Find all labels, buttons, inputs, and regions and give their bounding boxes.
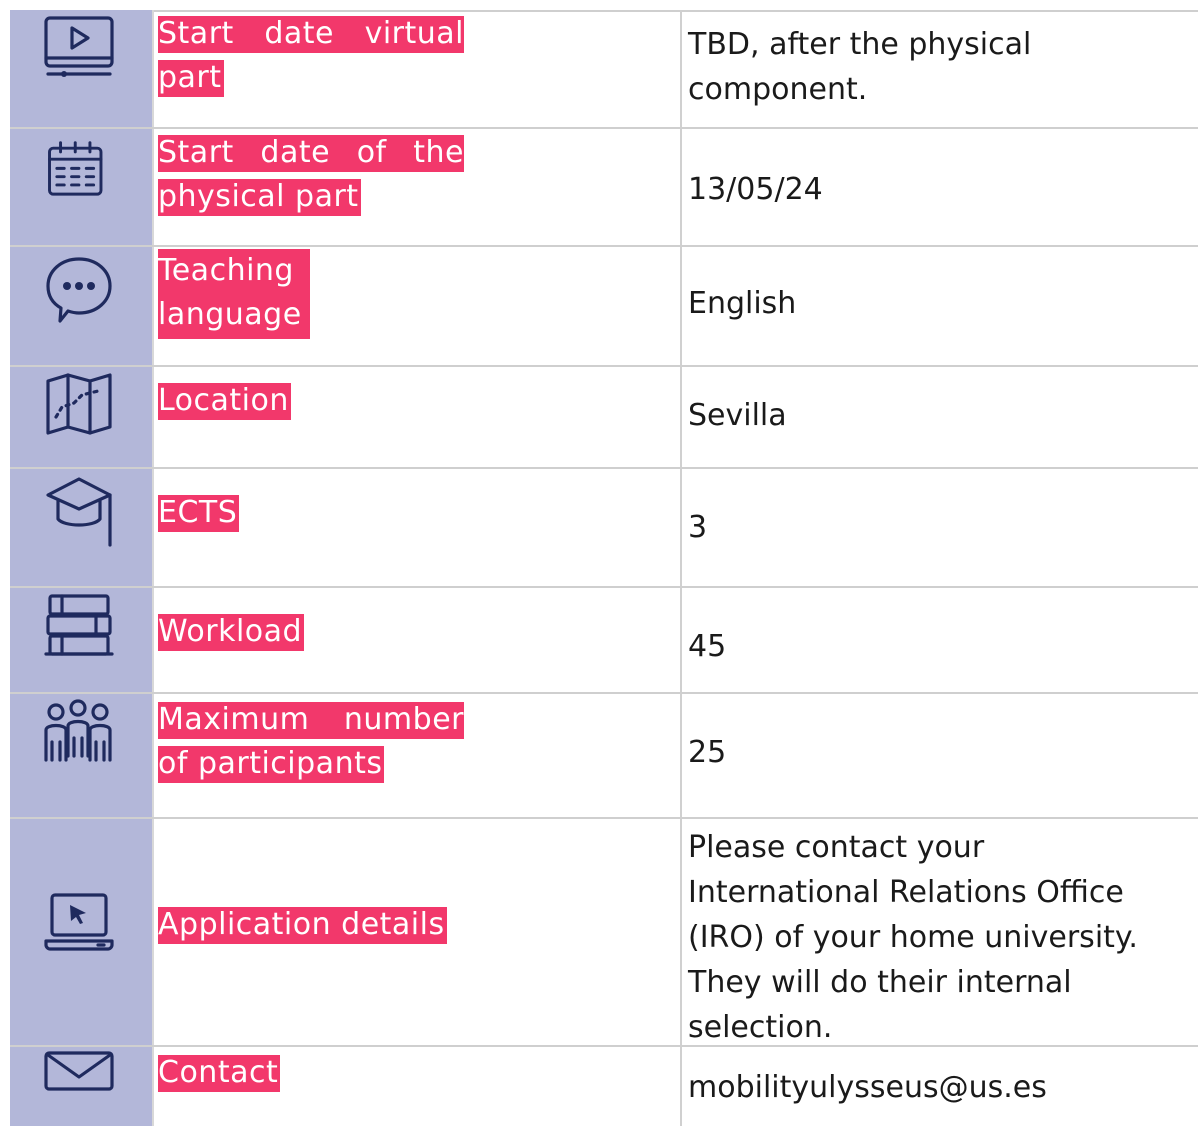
row-value: 25 [688, 735, 727, 770]
graduation-cap-icon [46, 477, 112, 547]
row-value: Sevilla [688, 398, 787, 433]
icon-cell [10, 367, 152, 469]
row-value: TBD, after the physical component. [688, 27, 1032, 107]
row-label: Teaching language [158, 249, 464, 339]
icon-cell [10, 588, 152, 694]
table-row: Workload 45 [10, 588, 1198, 694]
row-label: Application details [158, 907, 447, 944]
chat-bubble-icon [46, 257, 112, 323]
table-row: Application details Please contact your … [10, 819, 1198, 1047]
icon-cell [10, 819, 152, 1047]
row-label: Location [158, 383, 291, 420]
envelope-icon [44, 1051, 114, 1091]
table-row: Start date of the physical part 13/05/24 [10, 129, 1198, 247]
table-row: ECTS 3 [10, 469, 1198, 588]
row-label: Maximum number of participants [158, 702, 464, 783]
row-value: 3 [688, 510, 708, 545]
row-label: Contact [158, 1055, 281, 1092]
icon-cell [10, 247, 152, 367]
table-row: Contact mobilityulysseus@us.es [10, 1047, 1198, 1126]
row-value: 45 [688, 629, 727, 664]
calendar-icon [48, 141, 103, 196]
row-label: Start date of the physical part [158, 135, 464, 216]
table-row: Maximum number of participants 25 [10, 694, 1198, 819]
icon-cell [10, 1047, 152, 1126]
table-row: Location Sevilla [10, 367, 1198, 469]
icon-cell [10, 469, 152, 588]
laptop-cursor-icon [44, 893, 114, 951]
icon-cell [10, 129, 152, 247]
row-label: Start date virtual part [158, 16, 464, 97]
people-group-icon [44, 699, 112, 762]
monitor-play-icon [44, 16, 114, 77]
row-value: Please contact your International Relati… [688, 830, 1138, 1045]
row-value: 13/05/24 [688, 172, 823, 207]
row-label: ECTS [158, 495, 240, 532]
icon-cell [10, 694, 152, 819]
table-row: Teaching language English [10, 247, 1198, 367]
table-row: Start date virtual part TBD, after the p… [10, 10, 1198, 129]
row-value: English [688, 286, 797, 321]
row-label: Workload [158, 614, 305, 651]
map-icon [46, 373, 112, 435]
books-icon [44, 594, 114, 656]
row-value: mobilityulysseus@us.es [688, 1070, 1047, 1105]
icon-cell [10, 10, 152, 129]
